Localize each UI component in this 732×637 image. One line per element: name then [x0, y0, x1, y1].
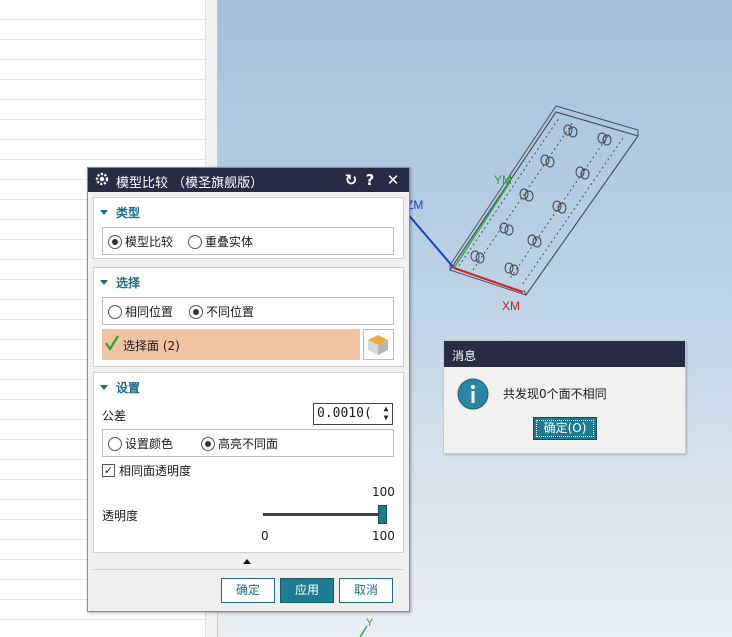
radio-same-position[interactable]: 相同位置 — [108, 303, 173, 320]
radio-set-color[interactable]: 设置颜色 — [108, 435, 173, 452]
radio-unselected-icon — [108, 436, 122, 451]
reset-icon[interactable]: ↻ — [342, 170, 360, 190]
checkbox-label: 相同面透明度 — [119, 464, 192, 478]
select-face-button[interactable] — [363, 329, 394, 360]
gear-icon[interactable] — [94, 171, 110, 191]
x-axis-label: XM — [502, 299, 520, 313]
radio-different-position[interactable]: 不同位置 — [189, 303, 254, 320]
slider-max-label: 100 — [372, 529, 395, 543]
collapse-triangle-icon — [100, 210, 108, 215]
plate-holes — [470, 124, 612, 276]
list-item[interactable] — [0, 60, 217, 80]
radio-label: 高亮不同面 — [218, 437, 279, 451]
radio-label: 重叠实体 — [205, 235, 254, 249]
radio-unselected-icon — [188, 234, 202, 249]
x-axis-line — [453, 267, 524, 293]
color-radio-group: 设置颜色 高亮不同面 — [102, 429, 394, 457]
settings-section-title: 设置 — [116, 381, 141, 395]
info-icon — [456, 377, 490, 414]
dialog-title: 模型比较 （模圣旗舰版） — [116, 176, 264, 191]
model-compare-dialog: 模型比较 （模圣旗舰版） ↻ ? ✕ 类型 模型比较 重叠实体 选择 相同位置 … — [87, 167, 410, 612]
radio-selected-icon — [201, 436, 215, 451]
select-section-header[interactable]: 选择 — [100, 274, 140, 291]
radio-selected-icon — [108, 234, 122, 249]
list-item[interactable] — [0, 120, 217, 140]
message-title-bar[interactable]: 消息 — [444, 341, 685, 367]
type-section-title: 类型 — [116, 206, 141, 220]
transparency-slider-track[interactable] — [263, 513, 387, 516]
y-axis-line — [453, 181, 511, 269]
radio-model-compare[interactable]: 模型比较 — [108, 233, 173, 250]
message-dialog: 消息 共发现0个面不相同 确定(O) — [443, 340, 686, 454]
checkbox-checked-icon: ✓ — [102, 464, 115, 477]
collapse-dialog-icon[interactable] — [243, 559, 251, 564]
list-item[interactable] — [0, 140, 217, 160]
list-item[interactable] — [0, 100, 217, 120]
radio-label: 相同位置 — [125, 305, 174, 319]
collapse-triangle-icon — [100, 385, 108, 390]
radio-overlap-solid[interactable]: 重叠实体 — [188, 233, 253, 250]
ok-button[interactable]: 确定 — [221, 578, 275, 603]
select-face-label: 选择面 (2) — [123, 339, 180, 353]
transparency-slider-thumb[interactable] — [378, 505, 387, 524]
triad-y-label: Y — [366, 617, 374, 629]
dialog-title-bar[interactable]: 模型比较 （模圣旗舰版） ↻ ? ✕ — [88, 168, 409, 192]
position-radio-group: 相同位置 不同位置 — [102, 297, 394, 325]
list-item[interactable] — [0, 20, 217, 40]
radio-label: 不同位置 — [206, 305, 255, 319]
settings-section-header[interactable]: 设置 — [100, 379, 140, 396]
tolerance-label: 公差 — [102, 409, 127, 423]
spinner-icon[interactable]: ▲ ▼ — [380, 404, 392, 424]
plate-model — [449, 105, 639, 297]
radio-label: 模型比较 — [125, 235, 174, 249]
tolerance-value: 0.0010( — [317, 406, 372, 421]
type-section: 类型 模型比较 重叠实体 — [93, 197, 404, 259]
slider-min-label: 0 — [261, 529, 269, 543]
select-section-title: 选择 — [116, 276, 141, 290]
radio-label: 设置颜色 — [125, 437, 174, 451]
cancel-button[interactable]: 取消 — [339, 578, 393, 603]
tolerance-input[interactable]: 0.0010( ▲ ▼ — [313, 403, 393, 425]
button-separator — [93, 569, 404, 570]
list-item[interactable] — [0, 0, 217, 20]
y-axis-label: YM — [494, 173, 512, 187]
message-text: 共发现0个面不相同 — [503, 387, 607, 401]
check-icon — [104, 334, 120, 355]
list-item[interactable] — [0, 620, 217, 637]
type-section-header[interactable]: 类型 — [100, 204, 140, 221]
slider-value-label: 100 — [372, 485, 395, 499]
z-axis-line — [405, 211, 455, 269]
close-icon[interactable]: ✕ — [384, 170, 402, 190]
message-title: 消息 — [452, 349, 477, 363]
radio-highlight-different[interactable]: 高亮不同面 — [201, 435, 278, 452]
type-radio-group: 模型比较 重叠实体 — [102, 227, 394, 255]
collapse-triangle-icon — [100, 280, 108, 285]
help-icon[interactable]: ? — [361, 170, 379, 190]
settings-section: 设置 公差 0.0010( ▲ ▼ 设置颜色 高亮不同面 ✓ 相同面透明度 100 … — [93, 372, 404, 553]
select-face-row[interactable]: 选择面 (2) — [102, 329, 360, 360]
list-item[interactable] — [0, 80, 217, 100]
same-face-transparency-checkbox[interactable]: ✓ 相同面透明度 — [102, 462, 191, 479]
select-section: 选择 相同位置 不同位置 选择面 (2) — [93, 267, 404, 367]
message-ok-button[interactable]: 确定(O) — [533, 417, 597, 440]
list-item[interactable] — [0, 40, 217, 60]
radio-selected-icon — [189, 304, 203, 319]
radio-unselected-icon — [108, 304, 122, 319]
apply-button[interactable]: 应用 — [280, 578, 334, 603]
face-cube-icon — [368, 335, 388, 355]
transparency-label: 透明度 — [102, 509, 139, 523]
